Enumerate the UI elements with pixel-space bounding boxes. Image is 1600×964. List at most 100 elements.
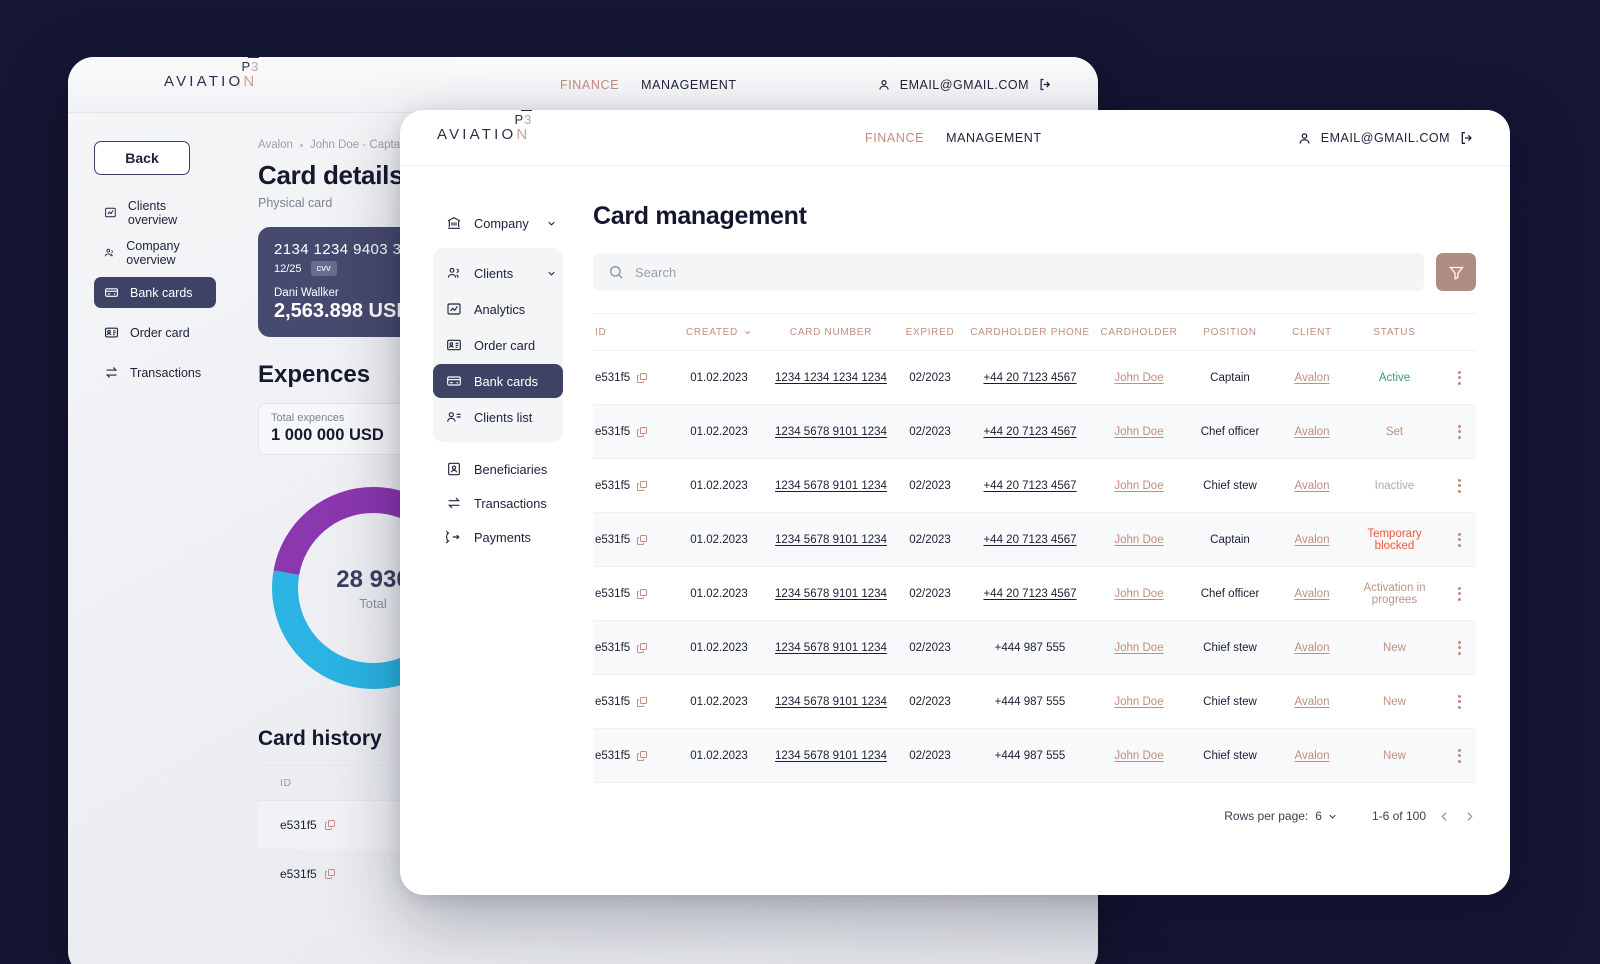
sidebar-item-beneficiaries[interactable]: Beneficiaries [433,452,563,486]
back-button[interactable]: Back [94,141,190,175]
sidebar-item-analytics[interactable]: Analytics [433,292,563,326]
column-header-created[interactable]: CREATED [671,327,767,338]
cell-cardholder[interactable]: John Doe [1095,696,1183,708]
copy-icon[interactable] [324,819,336,831]
copy-icon[interactable] [636,750,648,762]
logout-icon[interactable] [1038,77,1053,92]
filter-button[interactable] [1436,253,1476,291]
app-logo[interactable]: AVIATION P3 [437,110,533,143]
row-menu-icon[interactable] [1442,478,1476,493]
cell-client[interactable]: Avalon [1277,372,1347,384]
sidebar-item-bank-cards[interactable]: Bank cards [433,364,563,398]
cell-cardholder[interactable]: John Doe [1095,588,1183,600]
cell-expired: 02/2023 [909,641,951,654]
cell-phone[interactable]: +44 20 7123 4567 [965,480,1095,492]
cell-phone[interactable]: +44 20 7123 4567 [965,588,1095,600]
nav-finance[interactable]: FINANCE [560,78,619,92]
row-menu-icon[interactable] [1442,424,1476,439]
sidebar-item-order-card[interactable]: Order card [94,317,216,348]
copy-icon[interactable] [636,534,648,546]
table-row[interactable]: e531f5 01.02.2023 1234 5678 9101 1234 02/20… [593,675,1476,729]
chevron-down-icon[interactable] [546,218,557,229]
sidebar-item-clients[interactable]: Clients [433,256,563,290]
copy-icon[interactable] [636,588,648,600]
table-row[interactable]: e531f5 01.02.2023 1234 5678 9101 1234 02/20… [593,621,1476,675]
table-row[interactable]: e531f5 01.02.2023 1234 5678 9101 1234 02/20… [593,459,1476,513]
copy-icon[interactable] [636,642,648,654]
column-header-client[interactable]: CLIENT [1277,327,1347,338]
sidebar-item-clients-overview[interactable]: Clients overview [94,197,216,228]
cell-cardholder[interactable]: John Doe [1095,480,1183,492]
column-header-position[interactable]: POSITION [1183,327,1277,338]
row-menu-icon[interactable] [1442,640,1476,655]
column-header-card-number[interactable]: CARD NUMBER [767,327,895,338]
modal-account[interactable]: EMAIL@GMAIL.COM [1297,130,1475,146]
beneficiary-icon [448,462,460,476]
column-header-created-label: CREATED [686,326,738,338]
column-header-cardholder[interactable]: CARDHOLDER [1095,327,1183,338]
column-header-status[interactable]: STATUS [1347,327,1442,338]
cell-phone[interactable]: +44 20 7123 4567 [965,372,1095,384]
breadcrumb-item[interactable]: Avalon [258,139,293,151]
cell-client[interactable]: Avalon [1277,480,1347,492]
cell-cardholder[interactable]: John Doe [1095,534,1183,546]
sidebar-item-order-card[interactable]: Order card [433,328,563,362]
column-header-id[interactable]: ID [593,327,671,338]
cell-client[interactable]: Avalon [1277,588,1347,600]
card-cvv-badge[interactable]: cvv [310,261,337,276]
copy-icon[interactable] [636,480,648,492]
sidebar-item-transactions[interactable]: Transactions [433,486,563,520]
cell-id: e531f5 [593,480,671,492]
cell-position: Chief stew [1203,641,1257,654]
tab-management[interactable]: MANAGEMENT [946,131,1042,145]
tab-finance[interactable]: FINANCE [865,131,924,145]
chevron-down-icon[interactable] [743,328,752,337]
table-row[interactable]: e531f5 01.02.2023 1234 5678 9101 1234 02/20… [593,513,1476,567]
logout-icon[interactable] [1459,130,1475,146]
table-row[interactable]: e531f5 01.02.2023 1234 5678 9101 1234 02/20… [593,729,1476,783]
row-menu-icon[interactable] [1442,694,1476,709]
row-menu-icon[interactable] [1442,370,1476,385]
row-menu-icon[interactable] [1442,532,1476,547]
sidebar-item-company[interactable]: Company [433,206,563,240]
background-account[interactable]: EMAIL@GMAIL.COM [877,77,1053,92]
sidebar-item-company-overview[interactable]: Company overview [94,237,216,268]
column-header-expired[interactable]: EXPIRED [895,327,965,338]
sidebar-item-transactions[interactable]: Transactions [94,357,216,388]
search-input[interactable] [635,264,1409,280]
copy-icon[interactable] [324,868,336,880]
table-row[interactable]: e531f5 01.02.2023 1234 1234 1234 1234 02/20… [593,351,1476,405]
chevron-right-icon[interactable] [1463,810,1476,823]
cell-cardholder[interactable]: John Doe [1095,426,1183,438]
cell-cardholder[interactable]: John Doe [1095,372,1183,384]
cell-client[interactable]: Avalon [1277,534,1347,546]
nav-management[interactable]: MANAGEMENT [641,78,737,92]
copy-icon[interactable] [636,426,648,438]
cell-cardholder[interactable]: John Doe [1095,642,1183,654]
cell-cardholder[interactable]: John Doe [1095,750,1183,762]
copy-icon[interactable] [636,696,648,708]
sidebar-item-clients-list[interactable]: Clients list [433,400,563,434]
logo-sup-num: 3 [524,112,533,127]
cell-position: Chief stew [1203,749,1257,762]
copy-icon[interactable] [636,372,648,384]
cell-client[interactable]: Avalon [1277,750,1347,762]
row-menu-icon[interactable] [1442,586,1476,601]
cell-phone[interactable]: +44 20 7123 4567 [965,426,1095,438]
cell-client[interactable]: Avalon [1277,642,1347,654]
cell-client[interactable]: Avalon [1277,696,1347,708]
breadcrumb-item[interactable]: John Doe - Captain [310,139,409,151]
search-box[interactable] [593,253,1424,291]
app-logo[interactable]: AVIATION P3 [164,57,260,90]
table-row[interactable]: e531f5 01.02.2023 1234 5678 9101 1234 02/20… [593,405,1476,459]
sidebar-item-bank-cards[interactable]: Bank cards [94,277,216,308]
table-row[interactable]: e531f5 01.02.2023 1234 5678 9101 1234 02/20… [593,567,1476,621]
cell-phone[interactable]: +44 20 7123 4567 [965,534,1095,546]
rows-per-page-select[interactable]: 6 [1315,809,1338,823]
chevron-left-icon[interactable] [1438,810,1451,823]
cell-client[interactable]: Avalon [1277,426,1347,438]
sidebar-item-payments[interactable]: Payments [433,520,563,554]
column-header-phone[interactable]: CARDHOLDER PHONE [965,327,1095,338]
row-menu-icon[interactable] [1442,748,1476,763]
chevron-down-icon[interactable] [546,268,557,279]
